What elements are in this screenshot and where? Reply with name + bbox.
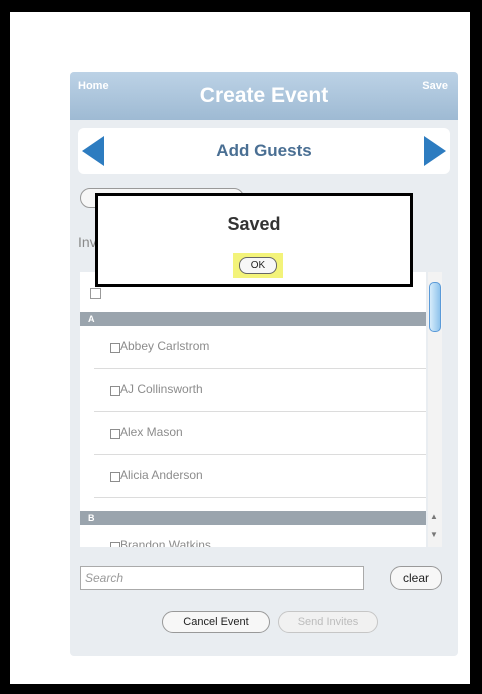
contact-name: Abbey Carlstrom — [120, 339, 210, 353]
contact-name: AJ Collinsworth — [120, 382, 203, 396]
contact-name: Alex Mason — [120, 425, 183, 439]
contact-row[interactable]: Brandon Watkins — [94, 525, 426, 547]
send-invites-button[interactable]: Send Invites — [278, 611, 378, 633]
contact-checkbox[interactable] — [110, 386, 120, 396]
screenshot-frame: Home Create Event Save Add Guests Return… — [10, 12, 470, 684]
app-screen: Home Create Event Save Add Guests Return… — [70, 72, 458, 656]
ok-button[interactable]: OK — [239, 257, 277, 274]
clear-button[interactable]: clear — [390, 566, 442, 590]
contact-row[interactable]: AJ Collinsworth — [94, 369, 426, 412]
contact-row[interactable]: Alicia Anderson — [94, 455, 426, 498]
scroll-down-arrow-icon[interactable]: ▼ — [430, 530, 438, 539]
subheader-title: Add Guests — [216, 141, 312, 160]
next-arrow-icon[interactable] — [424, 136, 446, 166]
page-title: Create Event — [199, 84, 329, 107]
section-header-b: B — [80, 511, 426, 525]
section-header-a: A — [80, 312, 426, 326]
contact-checkbox[interactable] — [110, 429, 120, 439]
dialog-message: Saved — [227, 214, 281, 234]
select-all-checkbox[interactable] — [90, 288, 101, 299]
saved-dialog: Saved OK — [95, 193, 413, 287]
search-input[interactable]: Search — [80, 566, 364, 590]
contact-checkbox[interactable] — [110, 542, 120, 547]
title-bar: Home Create Event Save — [70, 72, 458, 120]
guests-subheader: Add Guests — [78, 128, 450, 174]
invite-heading: Inv — [78, 234, 97, 250]
contact-row[interactable]: Alex Mason — [94, 412, 426, 455]
contact-row[interactable]: Abbey Carlstrom — [94, 326, 426, 369]
scroll-up-arrow-icon[interactable]: ▲ — [430, 512, 438, 521]
save-button[interactable]: Save — [422, 80, 448, 92]
contacts-list: A Abbey Carlstrom AJ Collinsworth Alex M… — [80, 272, 426, 547]
contact-checkbox[interactable] — [110, 472, 120, 482]
cancel-event-button[interactable]: Cancel Event — [162, 611, 270, 633]
contact-name: Brandon Watkins — [120, 538, 211, 547]
contact-name: Alicia Anderson — [120, 468, 203, 482]
contact-checkbox[interactable] — [110, 343, 120, 353]
list-scrollbar[interactable]: ▲ ▼ — [428, 272, 442, 547]
ok-highlight: OK — [233, 253, 283, 278]
scrollbar-thumb[interactable] — [429, 282, 441, 332]
